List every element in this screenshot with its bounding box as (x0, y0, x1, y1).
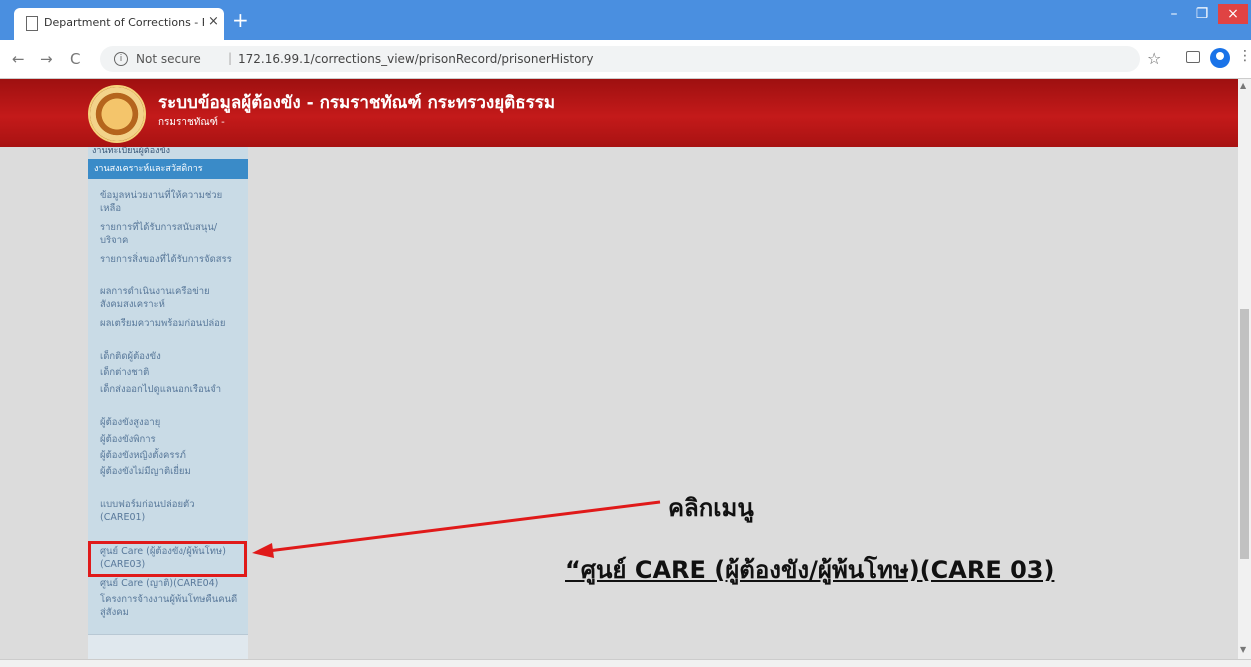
window-close-button[interactable]: × (1218, 4, 1248, 24)
minimize-button[interactable]: – (1160, 4, 1188, 24)
browser-menu-icon[interactable]: ⋮ (1238, 48, 1251, 64)
sidebar-item-pre-release-prep[interactable]: ผลเตรียมความพร้อมก่อนปล่อย (88, 317, 248, 330)
sidebar-item-children-with-inmates[interactable]: เด็กติดผู้ต้องขัง (88, 350, 248, 363)
sidebar-item-donations[interactable]: รายการที่ได้รับการสนับสนุน/บริจาค (88, 221, 248, 247)
sidebar-footer (88, 634, 248, 659)
sidebar-item-assisting-agencies[interactable]: ข้อมูลหน่วยงานที่ให้ความช่วยเหลือ (88, 189, 248, 215)
scroll-up-icon[interactable]: ▲ (1240, 81, 1246, 90)
profile-avatar-icon[interactable] (1210, 48, 1230, 68)
sidebar-item-employment-project[interactable]: โครงการจ้างงานผู้พ้นโทษคืนคนดีสู่สังคม (88, 593, 248, 619)
sidebar-item-care04[interactable]: ศูนย์ Care (ญาติ)(CARE04) (88, 577, 248, 590)
site-subtitle: กรมราชทัณฑ์ - (158, 117, 225, 128)
url-text[interactable]: 172.16.99.1/corrections_view/prisonRecor… (238, 52, 593, 66)
tab-title: Department of Corrections - Pris (44, 16, 204, 29)
annotation-line-2: “ศูนย์ CARE (ผู้ต้องขัง/ผู้พ้นโทษ)(CARE … (565, 556, 1055, 584)
maximize-button[interactable]: ❐ (1188, 4, 1216, 24)
sidebar-item-network-results[interactable]: ผลการดำเนินงานเครือข่ายสังคมสงเคราะห์ (88, 285, 248, 311)
url-divider: | (228, 51, 233, 65)
back-icon[interactable]: ← (12, 50, 25, 68)
department-logo (88, 85, 146, 143)
arrow-head (252, 543, 274, 558)
bookmark-star-icon[interactable]: ☆ (1147, 49, 1161, 68)
scroll-down-icon[interactable]: ▼ (1240, 645, 1246, 654)
sidebar-item-no-visitors[interactable]: ผู้ต้องขังไม่มีญาติเยี่ยม (88, 465, 248, 478)
info-icon[interactable]: i (114, 52, 128, 66)
sidebar-item-disabled-inmates[interactable]: ผู้ต้องขังพิการ (88, 433, 248, 446)
arrow-line (267, 500, 661, 553)
address-bar[interactable]: i Not secure | 172.16.99.1/corrections_v… (100, 46, 1140, 72)
highlight-box (88, 541, 247, 577)
page-icon (26, 16, 38, 31)
page-scrollbar[interactable]: ▲ ▼ (1238, 79, 1251, 659)
browser-tab-strip: Department of Corrections - Pris × + – ❐… (0, 0, 1251, 40)
forward-icon[interactable]: → (40, 50, 53, 68)
camera-icon[interactable] (1186, 51, 1200, 63)
sidebar-section-welfare[interactable]: งานสงเคราะห์และสวัสดิการ (88, 159, 248, 179)
sidebar-item-elderly-inmates[interactable]: ผู้ต้องขังสูงอายุ (88, 416, 248, 429)
sidebar-item-pregnant-inmates[interactable]: ผู้ต้องขังหญิงตั้งครรภ์ (88, 449, 248, 462)
security-label: Not secure (136, 52, 201, 66)
scroll-thumb[interactable] (1240, 309, 1249, 559)
site-header: ระบบข้อมูลผู้ต้องขัง - กรมราชทัณฑ์ กระทร… (0, 79, 1238, 147)
sidebar-menu: งานทะเบียนผู้ต้องขัง งานสงเคราะห์และสวัส… (88, 147, 248, 659)
sidebar-item-prisoner-registry[interactable]: งานทะเบียนผู้ต้องขัง (88, 147, 248, 157)
close-tab-icon[interactable]: × (208, 14, 219, 29)
reload-icon[interactable]: C (70, 50, 80, 68)
site-title: ระบบข้อมูลผู้ต้องขัง - กรมราชทัณฑ์ กระทร… (158, 93, 556, 113)
annotation-line-1: คลิกเมนู (668, 494, 754, 522)
sidebar-item-care01[interactable]: แบบฟอร์มก่อนปล่อยตัว (CARE01) (88, 498, 248, 524)
browser-toolbar: ← → C i Not secure | 172.16.99.1/correct… (0, 40, 1251, 79)
sidebar-item-children-outside[interactable]: เด็กส่งออกไปดูแลนอกเรือนจำ (88, 383, 248, 396)
sidebar-item-allocated-goods[interactable]: รายการสิ่งของที่ได้รับการจัดสรร (88, 253, 248, 266)
new-tab-button[interactable]: + (232, 10, 249, 30)
browser-tab[interactable]: Department of Corrections - Pris × (14, 8, 224, 40)
sidebar-item-foreign-children[interactable]: เด็กต่างชาติ (88, 366, 248, 379)
